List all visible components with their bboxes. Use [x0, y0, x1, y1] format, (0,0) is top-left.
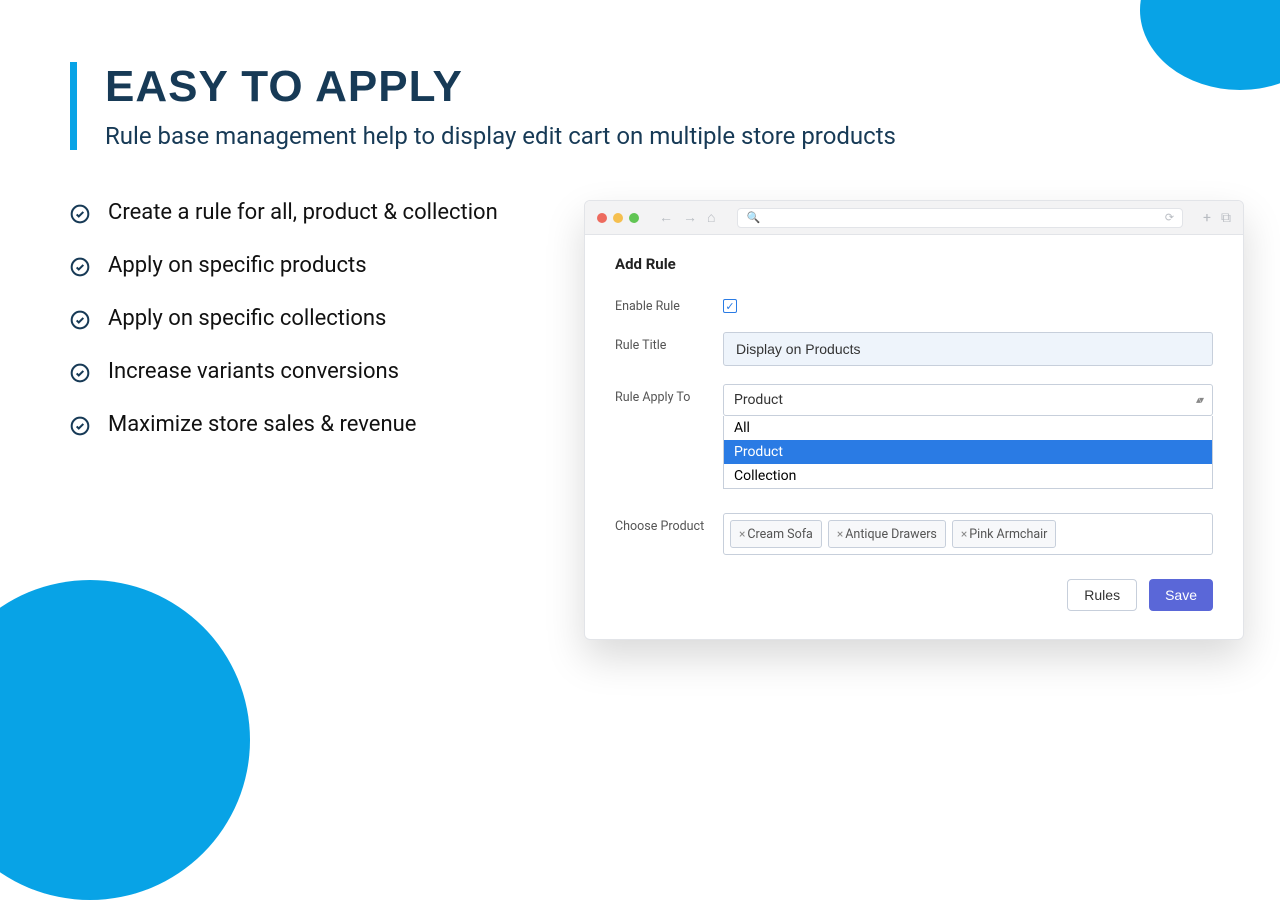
- feature-item: Apply on specific products: [70, 253, 560, 278]
- feature-text: Increase variants conversions: [108, 359, 399, 384]
- rule-apply-to-value: Product: [734, 392, 783, 408]
- enable-rule-checkbox[interactable]: ✓: [723, 299, 737, 313]
- rule-apply-to-label: Rule Apply To: [615, 384, 723, 405]
- feature-text: Maximize store sales & revenue: [108, 412, 416, 437]
- product-tag[interactable]: ×Pink Armchair: [952, 520, 1057, 548]
- product-tag[interactable]: ×Cream Sofa: [730, 520, 822, 548]
- forward-icon[interactable]: →: [683, 209, 697, 226]
- page-title: EASY TO APPLY: [105, 62, 1280, 112]
- product-tag-label: Antique Drawers: [845, 527, 937, 542]
- feature-item: Create a rule for all, product & collect…: [70, 200, 560, 225]
- browser-chrome: ← → ⌂ 🔍 ⟳ + ⧉: [585, 201, 1243, 235]
- check-circle-icon: [70, 257, 90, 277]
- home-icon[interactable]: ⌂: [707, 209, 715, 226]
- remove-tag-icon[interactable]: ×: [739, 527, 745, 541]
- rules-button[interactable]: Rules: [1067, 579, 1137, 611]
- rule-apply-to-select[interactable]: Product ▴▾: [723, 384, 1213, 416]
- check-circle-icon: [70, 204, 90, 224]
- window-controls: [597, 213, 639, 223]
- feature-text: Create a rule for all, product & collect…: [108, 200, 498, 225]
- enable-rule-label: Enable Rule: [615, 293, 723, 314]
- dropdown-option[interactable]: All: [724, 416, 1212, 440]
- refresh-icon[interactable]: ⟳: [1165, 211, 1174, 224]
- choose-product-label: Choose Product: [615, 513, 723, 534]
- add-rule-form: Add Rule Enable Rule ✓ Rule Title Rule A…: [585, 235, 1243, 639]
- feature-text: Apply on specific products: [108, 253, 367, 278]
- form-heading: Add Rule: [615, 255, 1213, 273]
- close-dot-icon[interactable]: [597, 213, 607, 223]
- remove-tag-icon[interactable]: ×: [837, 527, 843, 541]
- remove-tag-icon[interactable]: ×: [961, 527, 967, 541]
- feature-text: Apply on specific collections: [108, 306, 386, 331]
- feature-item: Increase variants conversions: [70, 359, 560, 384]
- browser-mock: ← → ⌂ 🔍 ⟳ + ⧉ Add Rule Enable Rule: [584, 200, 1244, 640]
- feature-list: Create a rule for all, product & collect…: [70, 200, 560, 640]
- rule-apply-to-dropdown: AllProductCollection: [723, 416, 1213, 489]
- search-icon: 🔍: [746, 211, 760, 224]
- dropdown-option[interactable]: Collection: [724, 464, 1212, 488]
- chevron-updown-icon: ▴▾: [1196, 395, 1202, 406]
- maximize-dot-icon[interactable]: [629, 213, 639, 223]
- dropdown-option[interactable]: Product: [724, 440, 1212, 464]
- check-circle-icon: [70, 416, 90, 436]
- minimize-dot-icon[interactable]: [613, 213, 623, 223]
- page-subtitle: Rule base management help to display edi…: [105, 122, 1280, 150]
- save-button[interactable]: Save: [1149, 579, 1213, 611]
- tabs-icon[interactable]: ⧉: [1221, 210, 1231, 226]
- check-circle-icon: [70, 363, 90, 383]
- new-tab-icon[interactable]: +: [1203, 210, 1211, 226]
- product-tag-label: Cream Sofa: [747, 527, 812, 542]
- feature-item: Apply on specific collections: [70, 306, 560, 331]
- rule-title-label: Rule Title: [615, 332, 723, 353]
- product-tag[interactable]: ×Antique Drawers: [828, 520, 946, 548]
- rule-title-input[interactable]: [723, 332, 1213, 366]
- url-bar[interactable]: 🔍 ⟳: [737, 208, 1183, 228]
- product-tag-label: Pink Armchair: [969, 527, 1047, 542]
- title-block: EASY TO APPLY Rule base management help …: [70, 62, 1280, 150]
- check-circle-icon: [70, 310, 90, 330]
- back-icon[interactable]: ←: [659, 209, 673, 226]
- choose-product-input[interactable]: ×Cream Sofa×Antique Drawers×Pink Armchai…: [723, 513, 1213, 555]
- feature-item: Maximize store sales & revenue: [70, 412, 560, 437]
